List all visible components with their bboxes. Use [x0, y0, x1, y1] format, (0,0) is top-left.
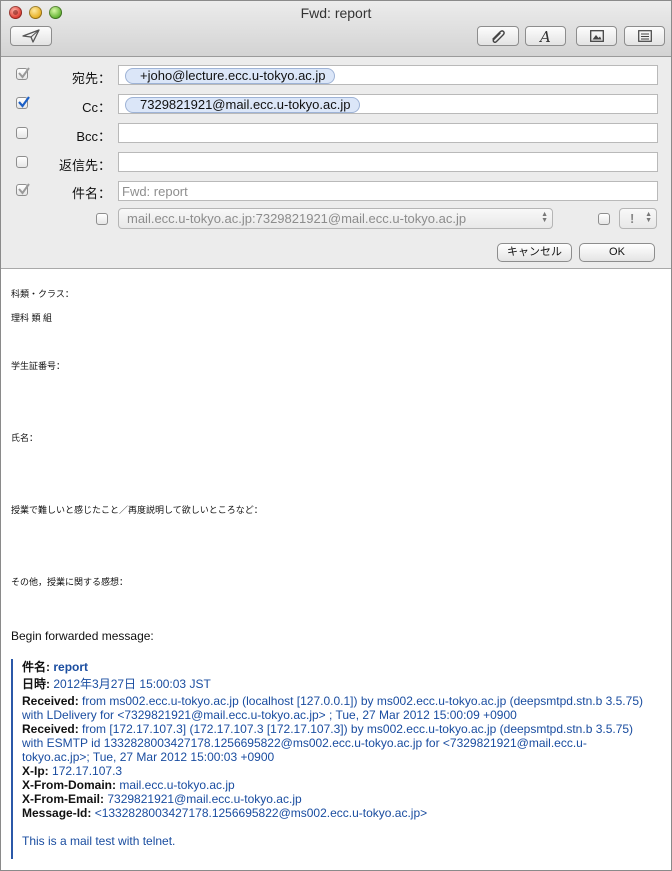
body-line: 科類・クラス：: [11, 289, 74, 299]
from-account-value: mail.ecc.u-tokyo.ac.jp:7329821921@mail.e…: [127, 211, 467, 226]
cc-recipient-token[interactable]: 7329821921@mail.ecc.u-tokyo.ac.jp: [125, 97, 360, 113]
reply-to-field[interactable]: [118, 152, 658, 172]
fwd-received-2-cont: tokyo.ac.jp>; Tue, 27 Mar 2012 15:00:03 …: [22, 750, 275, 764]
priority-arrows-icon: ▲ ▼: [645, 211, 652, 224]
priority-select[interactable]: ! ▲ ▼: [619, 208, 657, 229]
fwd-x-from-email: X-From-Email: 7329821921@mail.ecc.u-toky…: [22, 792, 302, 806]
fwd-subject-value: report: [53, 660, 89, 674]
fwd-received-label: Received:: [22, 694, 79, 708]
fonts-icon: A: [539, 29, 553, 44]
to-checkbox[interactable]: [16, 67, 30, 80]
fwd-message-id-label: Message-Id:: [22, 806, 92, 820]
fwd-x-ip-label: X-Ip:: [22, 764, 49, 778]
fwd-x-from-email-label: X-From-Email:: [22, 792, 105, 806]
message-body[interactable]: 科類・クラス： 理科 類 組 学生証番号： 氏名： 授業で難しいと感じたこと／再…: [1, 269, 671, 870]
forward-intro: Begin forwarded message:: [11, 629, 154, 643]
forwarded-message: 件名: report 日時: 2012年3月27日 15:00:03 JST R…: [11, 659, 663, 859]
message-header: 宛先： +joho@lecture.ecc.u-tokyo.ac.jp Cc： …: [1, 57, 671, 269]
fwd-x-ip: X-Ip: 172.17.107.3: [22, 764, 122, 778]
compose-window: Fwd: report A 宛先： +joho@lecture.ecc.u-to…: [0, 0, 672, 871]
fwd-x-from-domain-label: X-From-Domain:: [22, 778, 116, 792]
window-title: Fwd: report: [300, 5, 372, 21]
fwd-received-1-cont: with LDelivery for <7329821921@mail.ecc.…: [22, 708, 517, 722]
select-arrows-icon: ▲ ▼: [541, 211, 548, 224]
cc-field[interactable]: 7329821921@mail.ecc.u-tokyo.ac.jp: [118, 94, 658, 114]
fwd-x-from-domain-value: mail.ecc.u-tokyo.ac.jp: [119, 778, 235, 792]
bcc-field[interactable]: [118, 123, 658, 143]
reply-to-checkbox[interactable]: [16, 156, 28, 168]
attach-button[interactable]: [477, 26, 519, 46]
account-checkbox[interactable]: [96, 213, 108, 225]
subject-label: 件名：: [71, 186, 111, 201]
send-button[interactable]: [10, 26, 52, 46]
paperclip-icon: [490, 29, 506, 43]
fwd-x-ip-value: 172.17.107.3: [52, 764, 123, 778]
header-options-icon: [637, 30, 652, 42]
fwd-date-value: 2012年3月27日 15:00:03 JST: [53, 677, 211, 691]
fwd-message-id-value: <1332828003427178.1256695822@ms002.ecc.u…: [94, 806, 428, 820]
priority-checkbox[interactable]: [598, 213, 610, 225]
fwd-received-2: Received: from [172.17.107.3] (172.17.10…: [22, 722, 633, 736]
cancel-button[interactable]: キャンセル: [497, 243, 572, 262]
subject-field[interactable]: Fwd: report: [118, 181, 658, 201]
bcc-label: Bcc：: [76, 129, 111, 144]
fwd-received-value: from ms002.ecc.u-tokyo.ac.jp (localhost …: [82, 694, 643, 708]
fwd-body-text: This is a mail test with telnet.: [22, 834, 176, 848]
body-line: その他，授業に関する感想：: [11, 577, 129, 587]
subject-placeholder: Fwd: report: [122, 184, 188, 199]
fonts-button[interactable]: A: [525, 26, 566, 46]
bcc-checkbox[interactable]: [16, 127, 28, 139]
svg-text:A: A: [539, 29, 551, 44]
to-label: 宛先：: [71, 71, 111, 86]
body-line: 授業で難しいと感じたこと／再度説明して欲しいところなど：: [11, 505, 263, 515]
to-recipient-token[interactable]: +joho@lecture.ecc.u-tokyo.ac.jp: [125, 68, 335, 84]
fwd-x-from-domain: X-From-Domain: mail.ecc.u-tokyo.ac.jp: [22, 778, 235, 792]
body-line: 学生証番号：: [11, 361, 66, 371]
fwd-received-value: from [172.17.107.3] (172.17.107.3 [172.1…: [82, 722, 634, 736]
title-bar: Fwd: report A: [1, 1, 671, 57]
to-field[interactable]: +joho@lecture.ecc.u-tokyo.ac.jp: [118, 65, 658, 85]
fwd-date: 日時: 2012年3月27日 15:00:03 JST: [22, 677, 211, 691]
send-icon: [22, 29, 40, 43]
fwd-x-from-email-value: 7329821921@mail.ecc.u-tokyo.ac.jp: [107, 792, 302, 806]
priority-value: !: [630, 211, 635, 226]
photo-browser-icon: [589, 30, 604, 42]
from-account-select[interactable]: mail.ecc.u-tokyo.ac.jp:7329821921@mail.e…: [118, 208, 553, 229]
fwd-received-1: Received: from ms002.ecc.u-tokyo.ac.jp (…: [22, 694, 643, 708]
reply-to-label: 返信先：: [58, 158, 111, 173]
fwd-received-label: Received:: [22, 722, 79, 736]
ok-button[interactable]: OK: [579, 243, 655, 262]
fwd-message-id: Message-Id: <1332828003427178.1256695822…: [22, 806, 427, 820]
fwd-received-2-cont: with ESMTP id 1332828003427178.125669582…: [22, 736, 587, 750]
photo-browser-button[interactable]: [576, 26, 617, 46]
header-options-button[interactable]: [624, 26, 665, 46]
fwd-subject: 件名: report: [22, 660, 88, 674]
fwd-date-label: 日時:: [22, 677, 50, 691]
body-line: 氏名：: [11, 433, 39, 443]
body-line: 理科 類 組: [11, 313, 53, 323]
cc-checkbox[interactable]: [16, 96, 30, 109]
fwd-subject-label: 件名:: [22, 660, 50, 674]
cc-label: Cc：: [82, 100, 111, 115]
subject-checkbox[interactable]: [16, 183, 30, 196]
